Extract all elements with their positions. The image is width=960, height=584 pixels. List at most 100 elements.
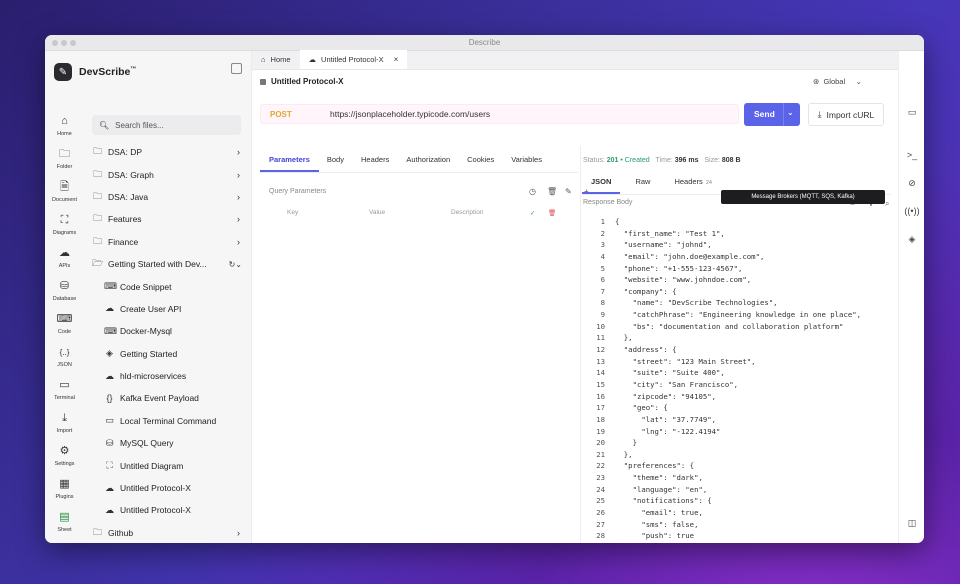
code-line: 21 },	[587, 449, 897, 461]
tree-item[interactable]: ☁ Create User API	[92, 298, 244, 320]
resp-tab-raw[interactable]: Raw	[635, 177, 650, 194]
comment-icon[interactable]: ▭	[899, 107, 924, 118]
tree-item[interactable]: 🗀︎ DSA: DP ›	[92, 141, 244, 163]
tree-item[interactable]: 🗀︎ Features ›	[92, 208, 244, 230]
tree-item[interactable]: ☁ Untitled Protocol-X	[92, 477, 244, 499]
link-icon[interactable]: ⊘	[899, 178, 924, 189]
apis-icon: ☁	[59, 247, 70, 259]
chevron-right-icon[interactable]: ›	[237, 170, 240, 180]
search-box[interactable]: 🔍︎	[92, 115, 241, 135]
search-input[interactable]	[115, 120, 236, 130]
chevron-right-icon[interactable]: ›	[237, 192, 240, 202]
delete-row-icon[interactable]: 🗑︎	[548, 209, 556, 217]
tree-item-label: Features	[108, 214, 142, 225]
tree-item-label: Finance	[108, 236, 139, 247]
rail-json[interactable]: {..} JSON	[45, 346, 84, 379]
environment-select[interactable]: ⊛ Global ⌄	[813, 77, 862, 86]
tree-item[interactable]: ⌨ Docker-Mysql	[92, 320, 244, 342]
code-text: "theme": "dark",	[615, 473, 703, 483]
chevron-right-icon[interactable]: ›	[237, 214, 240, 224]
trash-icon[interactable]: 🗑︎	[547, 187, 557, 196]
tree-item-label: Code Snippet	[120, 281, 172, 292]
line-number: 4	[600, 251, 605, 261]
tree-item[interactable]: {} Kafka Event Payload	[92, 387, 244, 409]
search-icon[interactable]: ⌕	[885, 199, 889, 209]
tree-item[interactable]: 🗀︎ DSA: Java ›	[92, 186, 244, 208]
tree-item[interactable]: 🗀︎ Github ›	[92, 522, 244, 543]
code-text: "catchPhrase": "Engineering knowledge in…	[615, 310, 862, 320]
rail-code[interactable]: ⌨ Code	[45, 313, 84, 346]
resp-tab-json[interactable]: JSON	[581, 177, 622, 194]
file-icon: ☁	[105, 482, 114, 493]
line-number: 14	[596, 368, 605, 378]
code-line: 14 "suite": "Suite 400",	[587, 367, 897, 379]
rail-apis[interactable]: ☁ APIs	[45, 247, 84, 280]
code-line: 8 "name": "DevScribe Technologies",	[587, 297, 897, 309]
file-icon: {}	[106, 393, 113, 404]
chevron-right-icon[interactable]: ›	[237, 237, 240, 247]
split-view-icon[interactable]: ◫	[899, 518, 924, 529]
method-select[interactable]: POST	[270, 110, 292, 119]
req-tab-parameters[interactable]: Parameters	[260, 155, 319, 172]
rail-import[interactable]: ⤓ Import	[45, 412, 84, 445]
rail-document[interactable]: 🗎 Document	[45, 181, 84, 214]
rail-settings[interactable]: ⚙ Settings	[45, 445, 84, 478]
chevron-right-icon[interactable]: ›	[237, 147, 240, 157]
terminal-icon[interactable]: >_	[899, 150, 924, 160]
code-line: 15 "city": "San Francisco",	[587, 379, 897, 391]
tree-item[interactable]: ⛁ MySQL Query	[92, 432, 244, 454]
tree-item[interactable]: ⌨ Code Snippet	[92, 275, 244, 297]
code-text: "push": true	[615, 531, 695, 541]
tree-item[interactable]: 🗀︎ DSA: Graph ›	[92, 163, 244, 185]
file-icon: ▭	[105, 415, 114, 426]
url-bar[interactable]: POST https://jsonplaceholder.typicode.co…	[260, 104, 739, 124]
tree-item[interactable]: 🗁︎ Getting Started with Dev... ↻⌄	[92, 253, 244, 275]
rail-plugins[interactable]: ▦ Plugins	[45, 478, 84, 511]
chevron-down-icon[interactable]: ↻⌄	[229, 260, 242, 269]
tree-item[interactable]: ☁ Untitled Protocol-X	[92, 499, 244, 521]
rail-sheet[interactable]: ▤ Sheet	[45, 511, 84, 543]
code-line: 24 "language": "en",	[587, 484, 897, 496]
layers-icon[interactable]: ◈	[899, 234, 924, 245]
tab-untitled-protocol[interactable]: ☁ Untitled Protocol-X ×	[299, 50, 408, 69]
folder-icon: 🗀︎	[92, 190, 102, 201]
req-tab-body[interactable]: Body	[327, 155, 344, 172]
import-curl-button[interactable]: ⤓ Import cURL	[808, 103, 884, 126]
rail-terminal[interactable]: ▭ Terminal	[45, 379, 84, 412]
tree-item-label: DSA: Graph	[108, 169, 154, 180]
tree-item[interactable]: 🗀︎ Finance ›	[92, 231, 244, 253]
req-tab-authorization[interactable]: Authorization	[406, 155, 450, 172]
tree-item[interactable]: ◈ Getting Started	[92, 343, 244, 365]
chevron-right-icon[interactable]: ›	[237, 528, 240, 538]
req-tab-headers[interactable]: Headers	[361, 155, 389, 172]
sheet-icon: ▤	[59, 511, 70, 523]
req-tab-variables[interactable]: Variables	[511, 155, 542, 172]
tree-item-label: hld-microservices	[120, 371, 187, 382]
rail-diagrams[interactable]: ⛶ Diagrams	[45, 214, 84, 247]
code-line: 9 "catchPhrase": "Engineering knowledge …	[587, 309, 897, 321]
message-brokers-tooltip: Message Brokers (MQTT, SQS, Kafka)	[721, 190, 885, 204]
import-icon: ⤓	[62, 412, 67, 424]
req-tab-cookies[interactable]: Cookies	[467, 155, 494, 172]
resp-tab-headers[interactable]: Headers 24	[674, 177, 711, 194]
rail-folder[interactable]: 🗀 Folder	[45, 148, 84, 181]
rail-label: Plugins	[55, 494, 74, 500]
collapse-sidebar-icon[interactable]	[231, 63, 242, 74]
chevron-down-icon[interactable]: ⌄	[787, 108, 794, 117]
check-icon[interactable]: ✓	[530, 209, 535, 217]
tree-item[interactable]: ▭ Local Terminal Command	[92, 410, 244, 432]
edit-icon[interactable]: ✎	[565, 187, 572, 196]
close-tab-icon[interactable]: ×	[394, 55, 399, 64]
rail-database[interactable]: ⛁ Database	[45, 280, 84, 313]
send-button[interactable]: Send ⌄	[744, 103, 800, 126]
request-tabs: Parameters Body Headers Authorization Cookie…	[260, 155, 559, 172]
tab-home[interactable]: ⌂ Home	[252, 50, 300, 69]
download-icon: ⤓	[817, 109, 822, 119]
url-input[interactable]: https://jsonplaceholder.typicode.com/use…	[330, 109, 490, 119]
rail-home[interactable]: ⌂ Home	[45, 115, 84, 148]
broadcast-icon[interactable]: ((•))	[899, 206, 924, 216]
tree-item[interactable]: ☁ hld-microservices	[92, 365, 244, 387]
history-icon[interactable]: ◷	[529, 187, 536, 196]
tree-item[interactable]: ⛶ Untitled Diagram	[92, 454, 244, 476]
file-icon: ⛶	[106, 460, 113, 471]
